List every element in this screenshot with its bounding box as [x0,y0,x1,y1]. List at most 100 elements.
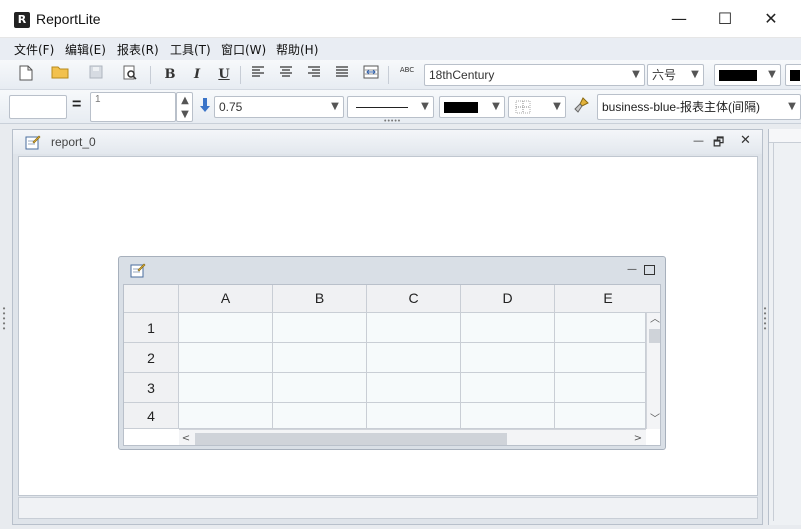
chevron-down-icon: ▼ [788,101,796,112]
report-close-button[interactable]: ✕ [740,133,751,148]
paint-brush-icon[interactable] [571,97,591,117]
line-width-select[interactable]: 0.75 ▼ [214,96,344,118]
grid-titlebar[interactable]: — [119,257,665,283]
report-minimize-button[interactable]: — [693,134,704,147]
grid-cell[interactable] [367,313,461,343]
app-logo-icon: R [14,12,30,28]
horizontal-scrollbar[interactable]: < > [179,429,646,445]
menu-bar: 文件(F) 编辑(E) 报表(R) 工具(T) 窗口(W) 帮助(H) [0,38,801,60]
grid-cell[interactable] [555,313,646,343]
menu-window[interactable]: 窗口(W) [221,41,266,58]
left-splitter-grip[interactable]: • • • • • [2,305,6,334]
number-format-icon[interactable]: ABC [396,63,418,87]
scroll-up-icon[interactable]: ︿ [647,313,660,327]
grid-cell[interactable] [273,373,367,403]
column-header[interactable]: A [179,285,273,313]
style-select[interactable]: business-blue-报表主体(间隔) ▼ [597,94,801,120]
align-right-icon[interactable] [304,65,324,85]
equals-label: = [72,96,82,113]
fill-color-swatch [790,70,800,81]
properties-toolbar: = 1 ▲ ▼ 0.75 ▼ ▼ ▼ ▼ business-blue-报表主体(… [0,90,801,125]
bold-button[interactable]: B [160,65,180,85]
vertical-scroll-thumb[interactable] [649,329,660,343]
column-header[interactable]: E [555,285,660,313]
value-spin-input[interactable]: 1 [90,92,176,122]
scroll-left-icon[interactable]: < [179,431,193,445]
horizontal-scroll-thumb[interactable] [195,433,507,445]
grid-cell[interactable] [179,343,273,373]
save-icon[interactable] [86,65,106,85]
border-color-swatch [444,102,478,113]
value-spinner[interactable]: ▲ ▼ [176,92,193,122]
print-preview-icon[interactable] [120,65,140,85]
align-justify-icon[interactable] [332,65,352,85]
arrow-down-icon[interactable] [195,97,215,117]
right-panel-header [769,129,801,143]
font-color-select[interactable]: ▼ [714,64,781,86]
vertical-scrollbar[interactable]: ︿ ﹀ [646,313,660,429]
grid-cell[interactable] [461,403,555,429]
cell-name-input[interactable] [9,95,67,119]
column-header[interactable]: B [273,285,367,313]
menu-edit[interactable]: 编辑(E) [65,41,106,58]
font-size-select[interactable]: 六号 ▼ [647,64,704,86]
grid-cell[interactable] [461,373,555,403]
spin-up-icon[interactable]: ▲ [178,94,192,107]
grid-cell[interactable] [273,403,367,429]
border-type-select[interactable]: ▼ [508,96,566,118]
column-header[interactable]: D [461,285,555,313]
grid-cell[interactable] [461,313,555,343]
minimize-button[interactable]: — [656,0,702,38]
report-restore-button[interactable]: 🗗 [713,133,724,154]
border-color-select[interactable]: ▼ [439,96,505,118]
maximize-button[interactable]: ☐ [702,0,748,38]
grid-cell[interactable] [273,313,367,343]
grid-edit-icon [130,263,146,281]
menu-report[interactable]: 报表(R) [117,41,159,58]
fill-color-select[interactable] [785,64,801,86]
grid-cell[interactable] [367,373,461,403]
line-style-select[interactable]: ▼ [347,96,434,118]
report-status-bar [18,497,758,519]
row-header[interactable]: 1 [124,313,179,343]
grid-cell[interactable] [555,343,646,373]
menu-tools[interactable]: 工具(T) [170,41,211,58]
grid-cell[interactable] [273,343,367,373]
chevron-down-icon: ▼ [553,101,561,112]
font-family-select[interactable]: 18thCentury ▼ [424,64,645,86]
row-header[interactable]: 3 [124,373,179,403]
underline-button[interactable]: U [214,65,234,85]
menu-help[interactable]: 帮助(H) [276,41,318,58]
scroll-down-icon[interactable]: ﹀ [647,413,660,427]
style-value: business-blue-报表主体(间隔) [602,100,761,114]
grid-cell[interactable] [367,343,461,373]
spin-down-icon[interactable]: ▼ [178,108,192,121]
new-document-icon[interactable] [16,65,36,85]
grid-cell[interactable] [367,403,461,429]
merge-cells-icon[interactable] [361,65,381,85]
grid-cell[interactable] [555,403,646,429]
grid-minimize-button[interactable]: — [627,264,637,275]
open-folder-icon[interactable] [50,65,70,85]
font-family-value: 18thCentury [429,68,495,82]
italic-button[interactable]: I [187,65,207,85]
grid-cell[interactable] [179,373,273,403]
spin-value: 1 [95,94,101,105]
row-header[interactable]: 2 [124,343,179,373]
grid-cell[interactable] [179,403,273,429]
right-splitter-grip[interactable]: • • • • • [763,305,767,334]
row-header[interactable]: 4 [124,403,179,429]
grid-corner[interactable] [124,285,179,313]
column-header[interactable]: C [367,285,461,313]
grid-cell[interactable] [179,313,273,343]
grid-cell[interactable] [555,373,646,403]
chevron-down-icon: ▼ [331,101,339,112]
report-titlebar[interactable]: report_0 — 🗗 ✕ [13,130,762,154]
align-center-icon[interactable] [276,65,296,85]
grid-maximize-button[interactable] [644,265,655,275]
scroll-right-icon[interactable]: > [631,431,645,445]
close-button[interactable]: ✕ [748,0,794,38]
menu-file[interactable]: 文件(F) [14,41,54,58]
align-left-icon[interactable] [248,65,268,85]
grid-cell[interactable] [461,343,555,373]
